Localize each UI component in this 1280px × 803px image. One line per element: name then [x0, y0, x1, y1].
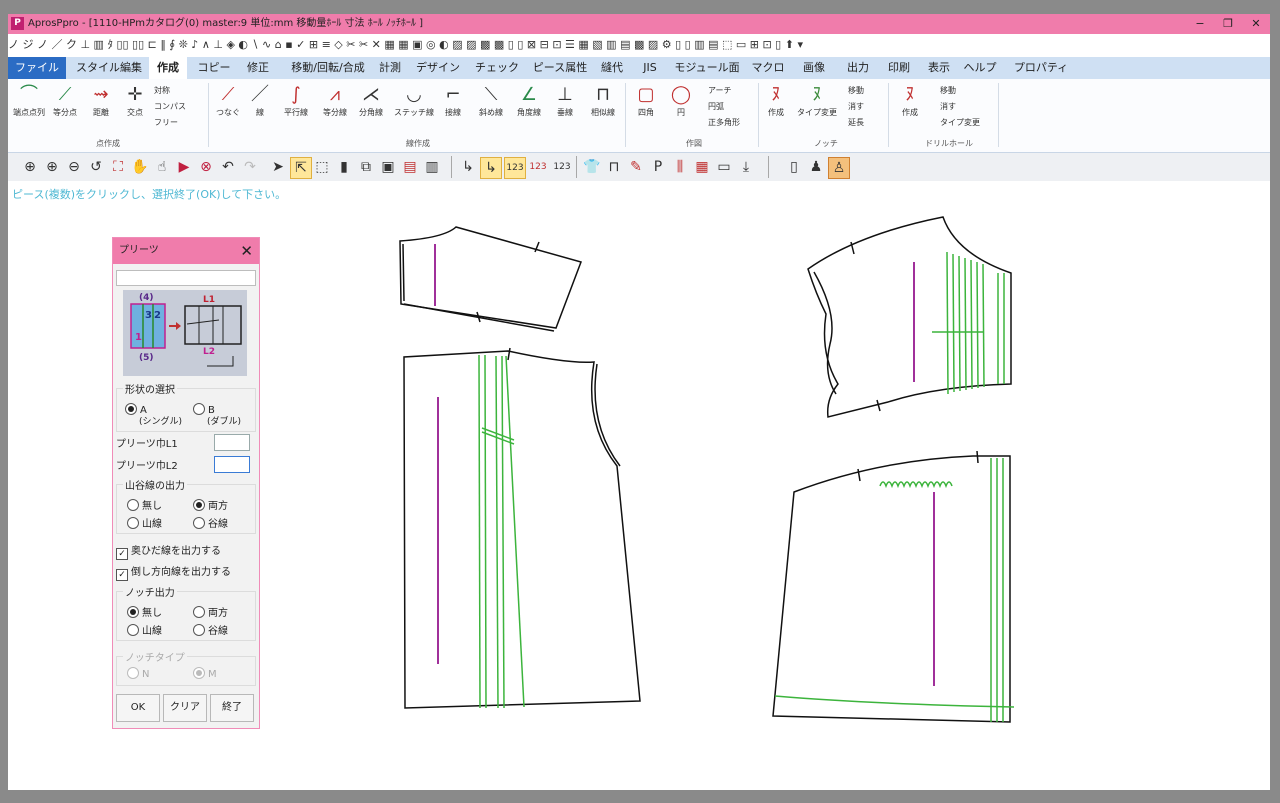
diagram-label-l2: L2 — [203, 347, 215, 357]
piece-front-body[interactable] — [403, 347, 641, 709]
diagram-label-l1: L1 — [203, 295, 215, 305]
pleat-width-l1-input[interactable] — [214, 434, 250, 451]
dialog-title: プリーツ — [119, 245, 159, 256]
clear-button[interactable]: クリア — [163, 694, 207, 722]
depth-line-checkbox[interactable]: ✓ 奥ひだ線を出力する — [116, 542, 221, 560]
fold-both-radio[interactable]: 両方 — [193, 497, 228, 512]
fold-both-label: 両方 — [208, 501, 228, 512]
pleat-width-l2-label: プリーツ巾L2 — [116, 461, 178, 472]
notch-output-group: ノッチ出力 無し 両方 山線 谷線 — [116, 584, 256, 641]
notch-mark — [976, 450, 979, 464]
notch-mountain-radio[interactable]: 山線 — [127, 622, 162, 637]
fold-mountain-radio[interactable]: 山線 — [127, 515, 162, 530]
notch-mark — [876, 399, 881, 412]
diagram-label-5: (5) — [139, 353, 154, 363]
dialog-close-icon[interactable]: ✕ — [240, 238, 253, 264]
app-window: P AprosPpro - [1110-HPmカタログ(0) master:9 … — [8, 14, 1270, 790]
shape-b-sub: (ダブル) — [207, 417, 242, 427]
fold-none-radio[interactable]: 無し — [127, 497, 162, 512]
ok-button[interactable]: OK — [116, 694, 160, 722]
pleat-dialog: プリーツ ✕ 3 2 1 (4) (5) L1 L2 形状の選択 A (シングル… — [112, 237, 260, 729]
notch-valley-radio[interactable]: 谷線 — [193, 622, 228, 637]
pleat-lines — [478, 354, 525, 709]
diagram-label-2: 2 — [154, 310, 161, 321]
notch-type-group: ノッチタイプ N M — [116, 649, 256, 686]
notch-none-radio[interactable]: 無し — [127, 604, 162, 619]
pleat-width-l2-input[interactable] — [214, 456, 250, 473]
notch-type-group-label: ノッチタイプ — [123, 649, 187, 664]
notch-type-n-label: N — [142, 669, 150, 680]
notch-both-label: 両方 — [208, 608, 228, 619]
piece-name-field[interactable] — [116, 270, 256, 286]
fold-line-group-label: 山谷線の出力 — [123, 477, 187, 492]
notch-output-group-label: ノッチ出力 — [123, 584, 177, 599]
fold-mountain-label: 山線 — [142, 519, 162, 530]
notch-type-m-label: M — [208, 669, 217, 680]
notch-mark — [857, 468, 861, 482]
fold-valley-radio[interactable]: 谷線 — [193, 515, 228, 530]
shape-group: 形状の選択 A (シングル) B (ダブル) — [116, 381, 256, 432]
pleat-lines — [774, 458, 1015, 722]
pleat-lines — [932, 251, 1005, 395]
notch-mountain-label: 山線 — [142, 626, 162, 637]
shape-a-sub: (シングル) — [139, 417, 183, 427]
notch-type-m-radio[interactable]: M — [193, 667, 217, 680]
shape-group-label: 形状の選択 — [123, 381, 177, 396]
pleat-width-l1-label: プリーツ巾L1 — [116, 439, 178, 450]
pleat-diagram: 3 2 1 (4) (5) L1 L2 — [123, 290, 247, 376]
notch-type-n-radio[interactable]: N — [127, 667, 149, 680]
diagram-label-4: (4) — [139, 293, 154, 303]
pattern-pieces — [399, 216, 1015, 723]
notch-both-radio[interactable]: 両方 — [193, 604, 228, 619]
piece-sleeve[interactable] — [399, 226, 582, 332]
dialog-title-bar: プリーツ ✕ — [113, 238, 259, 264]
fold-line-group: 山谷線の出力 無し 両方 山線 谷線 — [116, 477, 256, 534]
notch-valley-label: 谷線 — [208, 626, 228, 637]
direction-line-label: 倒し方向線を出力する — [131, 567, 231, 578]
fold-none-label: 無し — [142, 501, 162, 512]
fold-valley-label: 谷線 — [208, 519, 228, 530]
piece-skirt[interactable] — [772, 450, 1015, 723]
end-button[interactable]: 終了 — [210, 694, 254, 722]
depth-line-label: 奥ひだ線を出力する — [131, 546, 221, 557]
direction-line-checkbox[interactable]: ✓ 倒し方向線を出力する — [116, 563, 231, 581]
notch-mark — [507, 347, 511, 361]
diagram-label-3: 3 — [145, 310, 152, 321]
gather-stitch — [879, 481, 953, 489]
diagram-label-1: 1 — [135, 332, 142, 343]
notch-none-label: 無し — [142, 608, 162, 619]
piece-yoke[interactable] — [807, 216, 1012, 418]
